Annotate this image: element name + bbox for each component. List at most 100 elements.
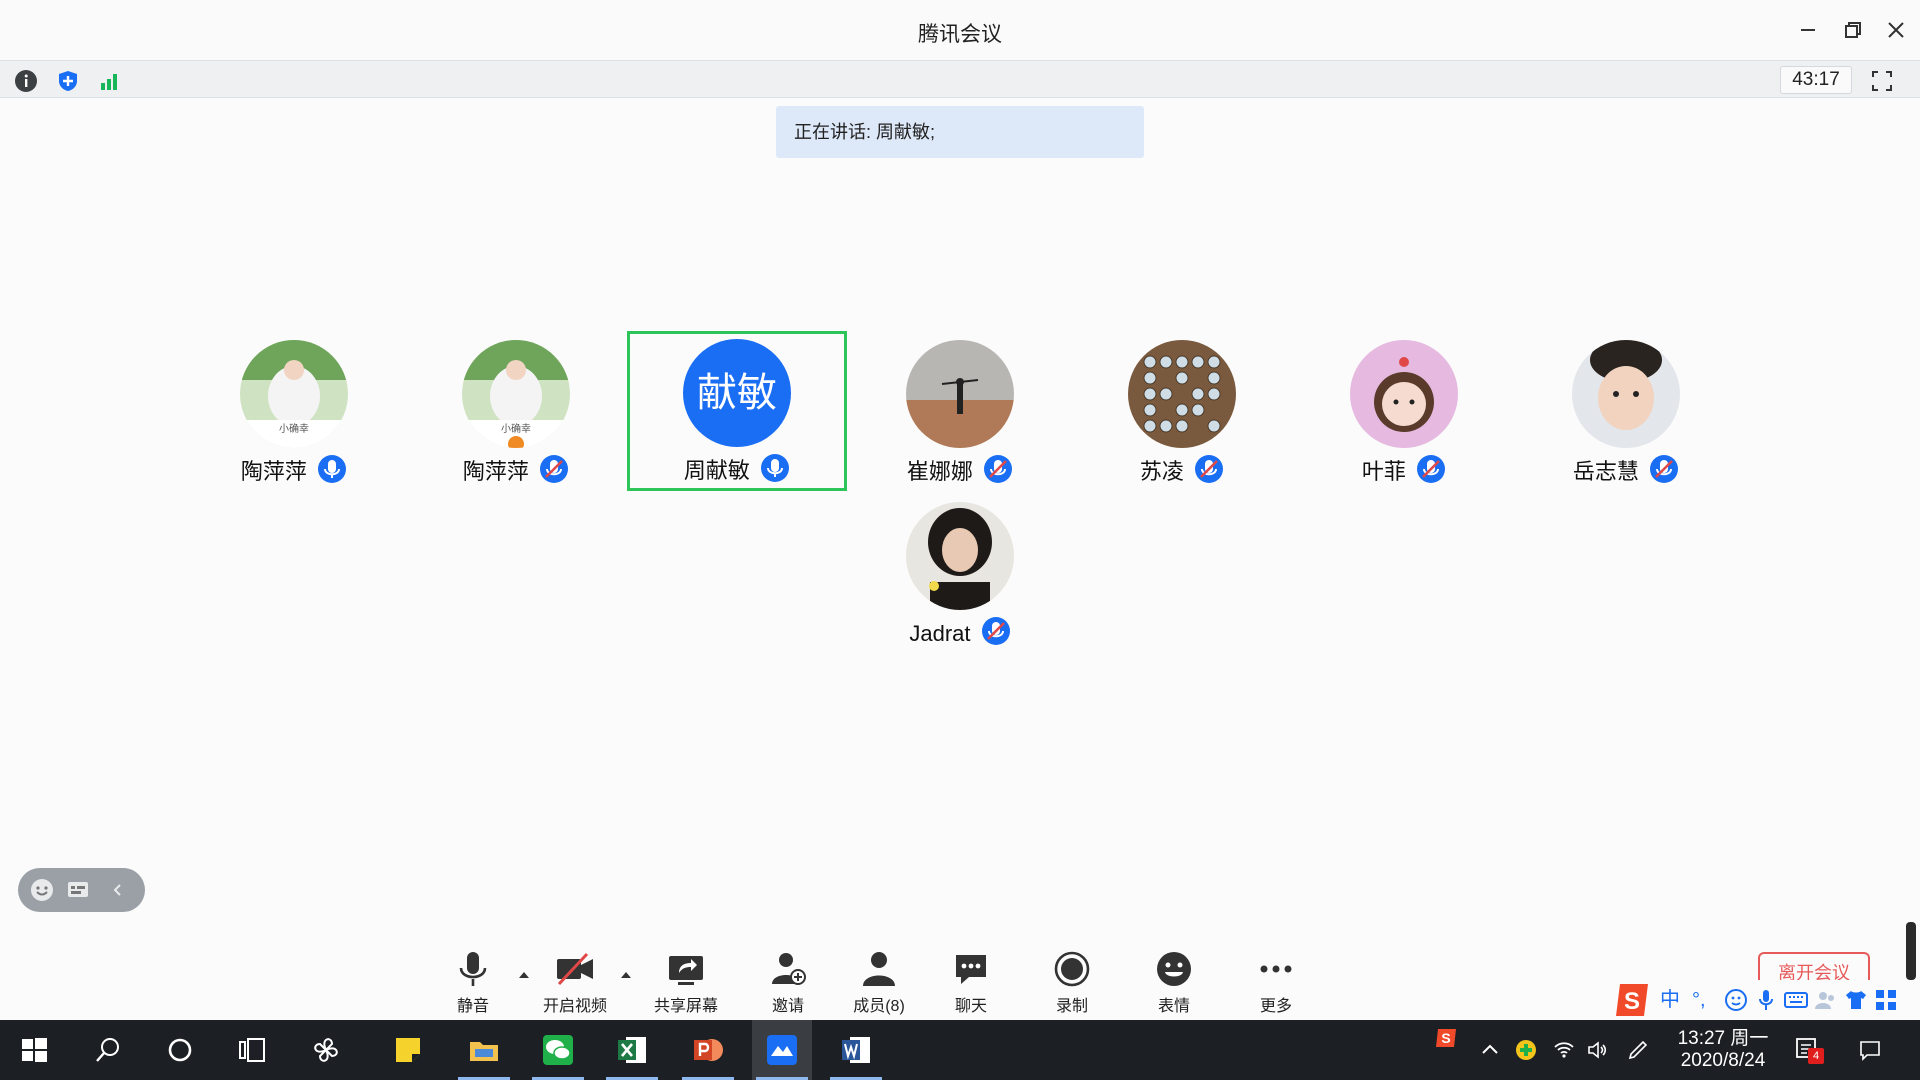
- scrollbar-thumb[interactable]: [1906, 922, 1916, 980]
- avatar-initials: 献敏: [683, 339, 791, 447]
- participant-tile[interactable]: 岳志慧: [1516, 332, 1736, 492]
- more-dots-icon: [1260, 965, 1292, 973]
- danmaku-chat-icon[interactable]: [66, 878, 90, 902]
- participant-name: 周献敏: [683, 458, 750, 483]
- info-icon[interactable]: [14, 69, 38, 93]
- volume-icon[interactable]: [1586, 1038, 1610, 1062]
- video-options-caret-icon[interactable]: [619, 968, 633, 982]
- ime-user-icon[interactable]: [1814, 988, 1838, 1012]
- title-bar: 腾讯会议: [0, 0, 1920, 60]
- security-shield-icon[interactable]: [56, 69, 80, 93]
- notifications-button[interactable]: 4: [1794, 1036, 1824, 1066]
- cortana-button[interactable]: [150, 1020, 210, 1080]
- participant-tile-speaking[interactable]: 献敏 周献敏: [627, 331, 847, 491]
- sogou-tray-icon[interactable]: S: [1434, 1026, 1458, 1050]
- avatar: [1350, 340, 1458, 448]
- security-guard-tray-icon[interactable]: [1514, 1038, 1538, 1062]
- participant-tile[interactable]: 崔娜娜: [850, 332, 1070, 492]
- start-video-label: 开启视频: [542, 998, 607, 1015]
- mic-muted-icon: [981, 617, 1010, 645]
- ime-toolbox-grid-icon[interactable]: [1874, 988, 1898, 1012]
- ime-skin-shirt-icon[interactable]: [1844, 988, 1868, 1012]
- mute-label: 静音: [456, 998, 489, 1015]
- participant-tile[interactable]: 小确幸 陶萍萍: [406, 332, 626, 492]
- start-video-button[interactable]: 开启视频: [525, 950, 625, 1016]
- record-icon: [1054, 951, 1090, 987]
- start-button[interactable]: [4, 1020, 64, 1080]
- reaction-emoji-icon[interactable]: [30, 878, 54, 902]
- sticky-notes-icon: [396, 1038, 420, 1062]
- members-button[interactable]: 成员(8): [829, 950, 929, 1016]
- mic-muted-icon: [984, 455, 1013, 483]
- more-label: 更多: [1259, 998, 1292, 1015]
- mic-muted-icon: [1650, 455, 1679, 483]
- mic-muted-icon: [540, 455, 569, 483]
- chat-button[interactable]: 聊天: [921, 950, 1021, 1016]
- participant-name: 崔娜娜: [906, 459, 973, 484]
- show-hidden-icons-chevron-up-icon[interactable]: [1478, 1038, 1502, 1062]
- participant-tile[interactable]: 小确幸 陶萍萍: [184, 332, 404, 492]
- ime-voice-icon[interactable]: [1754, 988, 1778, 1012]
- emoji-label: 表情: [1157, 998, 1190, 1015]
- taskbar-app-word[interactable]: [826, 1020, 886, 1080]
- clock-date: 2020/8/24: [1680, 1050, 1766, 1071]
- action-center-icon[interactable]: [1858, 1038, 1882, 1062]
- fullscreen-icon[interactable]: [1870, 69, 1894, 93]
- ime-lang-toggle[interactable]: 中: [1660, 988, 1680, 1012]
- microphone-icon: [459, 952, 487, 986]
- participant-name: 叶菲: [1361, 459, 1406, 484]
- wifi-icon[interactable]: [1552, 1038, 1576, 1062]
- participant-name: 陶萍萍: [240, 459, 307, 484]
- taskbar-app-powerpoint[interactable]: [678, 1020, 738, 1080]
- participant-tile[interactable]: 叶菲: [1294, 332, 1514, 492]
- members-icon: [863, 952, 895, 986]
- minimize-icon: [1801, 29, 1815, 31]
- taskbar-app-sticky-notes[interactable]: [378, 1020, 438, 1080]
- sogou-logo-icon[interactable]: S: [1612, 980, 1654, 1020]
- restore-button[interactable]: [1837, 14, 1869, 46]
- pinwheel-app-icon: [314, 1038, 338, 1062]
- record-button[interactable]: 录制: [1022, 950, 1122, 1016]
- ime-punct-toggle[interactable]: °,: [1692, 988, 1706, 1012]
- network-signal-icon[interactable]: [98, 69, 122, 93]
- ime-keyboard-icon[interactable]: [1784, 988, 1808, 1012]
- meeting-timer: 43:17: [1780, 66, 1852, 94]
- taskbar-app-file-explorer[interactable]: [454, 1020, 514, 1080]
- minimize-button[interactable]: [1792, 14, 1824, 46]
- chat-icon: [956, 955, 986, 984]
- participant-name: Jadrat: [909, 621, 971, 646]
- close-button[interactable]: [1880, 14, 1912, 46]
- record-label: 录制: [1055, 998, 1088, 1015]
- task-view-icon: [239, 1038, 265, 1062]
- taskbar-app-tencent-meeting[interactable]: [752, 1020, 812, 1080]
- search-button[interactable]: [78, 1020, 138, 1080]
- system-clock[interactable]: 13:27 周一 2020/8/24: [1668, 1028, 1778, 1072]
- collapse-chevron-left-icon[interactable]: [106, 878, 130, 902]
- share-screen-label: 共享屏幕: [653, 998, 718, 1015]
- participant-tile[interactable]: Jadrat: [850, 494, 1070, 654]
- avatar: [906, 502, 1014, 610]
- taskbar-app-wechat[interactable]: [528, 1020, 588, 1080]
- speaking-banner: 正在讲话: 周献敏;: [776, 106, 1144, 158]
- participant-tile[interactable]: 苏凌: [1072, 332, 1292, 492]
- folder-icon: [470, 1042, 498, 1061]
- emoji-button[interactable]: 表情: [1124, 950, 1224, 1016]
- participant-name-row: 苏凌: [1072, 454, 1292, 486]
- pen-ink-icon[interactable]: [1626, 1038, 1650, 1062]
- cortana-circle-icon: [168, 1038, 192, 1062]
- search-icon: [96, 1038, 119, 1062]
- taskbar-app-pinwheel[interactable]: [296, 1020, 356, 1080]
- word-icon: [842, 1037, 870, 1063]
- ime-emoji-icon[interactable]: [1724, 988, 1748, 1012]
- share-screen-button[interactable]: 共享屏幕: [636, 950, 736, 1016]
- mute-button[interactable]: 静音: [423, 950, 523, 1016]
- taskbar-app-excel[interactable]: [602, 1020, 662, 1080]
- invite-button[interactable]: 邀请: [738, 950, 838, 1016]
- more-button[interactable]: 更多: [1226, 950, 1326, 1016]
- avatar: 献敏: [683, 339, 791, 447]
- participant-name-row: 叶菲: [1294, 454, 1514, 486]
- avatar: [1128, 340, 1236, 448]
- svg-text:S: S: [1624, 988, 1640, 1015]
- members-label: 成员(8): [853, 998, 905, 1015]
- task-view-button[interactable]: [222, 1020, 282, 1080]
